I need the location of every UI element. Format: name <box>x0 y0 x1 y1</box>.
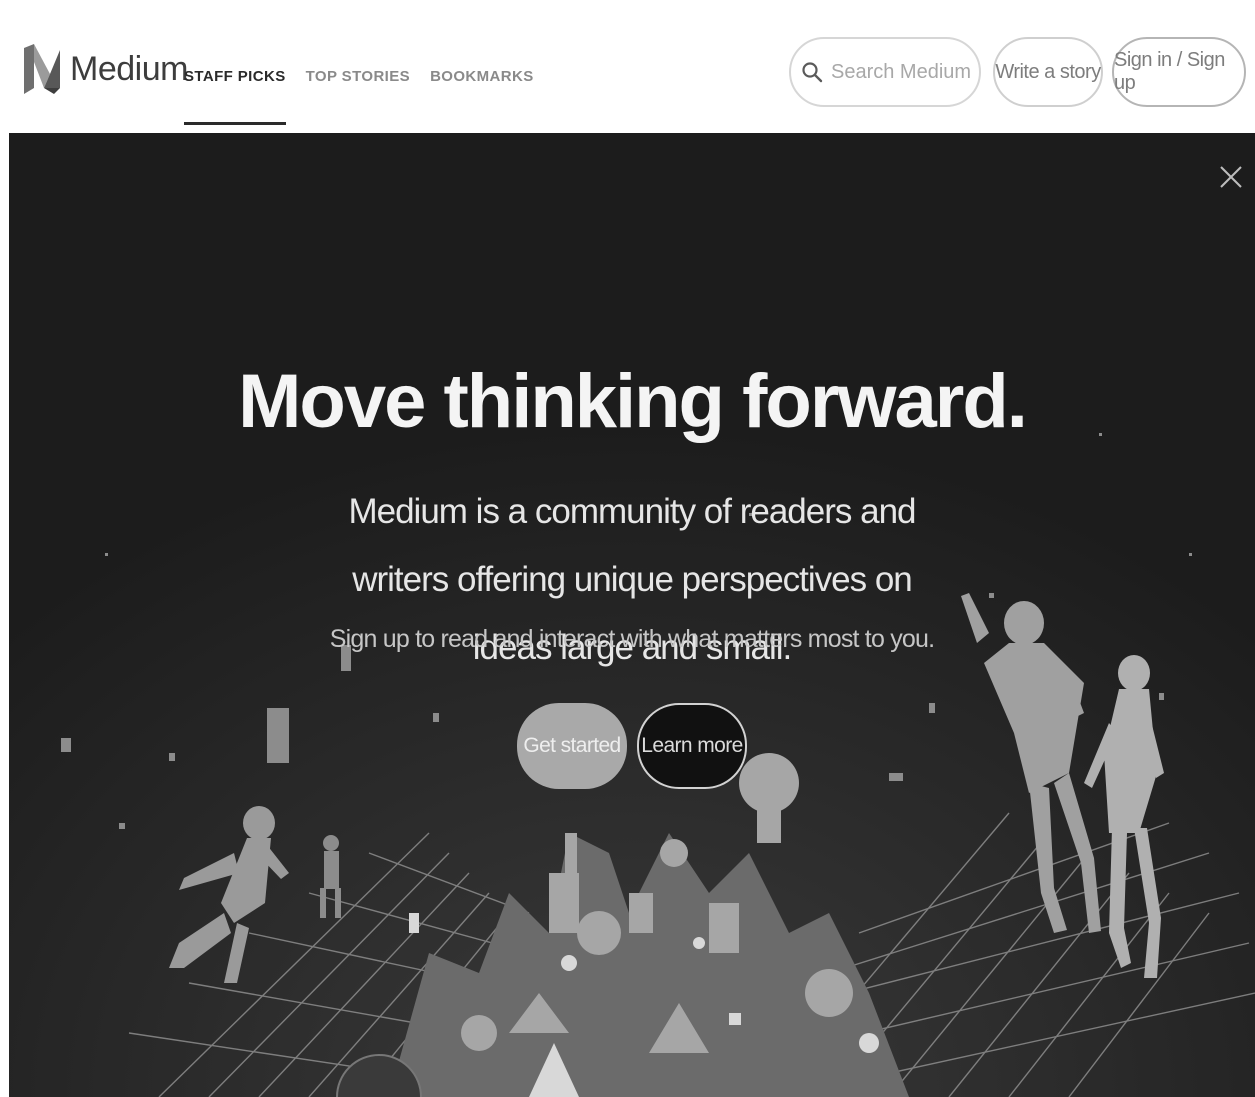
get-started-button[interactable]: Get started <box>517 703 627 789</box>
tab-top-stories[interactable]: TOP STORIES <box>306 68 410 125</box>
learn-more-button[interactable]: Learn more <box>637 703 747 789</box>
tab-staff-picks[interactable]: STAFF PICKS <box>184 68 286 125</box>
top-nav-bar: Medium STAFF PICKS TOP STORIES BOOKMARKS… <box>0 0 1255 133</box>
search-icon <box>802 62 823 83</box>
hero-headline: Move thinking forward. <box>238 359 1028 444</box>
brand-logo[interactable]: Medium <box>24 44 188 94</box>
hero-banner: Move thinking forward. Medium is a commu… <box>9 133 1255 1097</box>
medium-logo-icon <box>24 44 60 94</box>
hero-cta-text: Sign up to read and interact with what m… <box>329 625 935 653</box>
brand-name: Medium <box>70 49 188 88</box>
section-tabs: STAFF PICKS TOP STORIES BOOKMARKS <box>184 68 554 125</box>
sign-in-button[interactable]: Sign in / Sign up <box>1112 37 1246 107</box>
write-story-button[interactable]: Write a story <box>993 37 1103 107</box>
tab-bookmarks[interactable]: BOOKMARKS <box>430 68 534 125</box>
search-box[interactable] <box>789 37 981 107</box>
search-input[interactable] <box>829 59 973 85</box>
close-icon[interactable] <box>1217 163 1245 191</box>
